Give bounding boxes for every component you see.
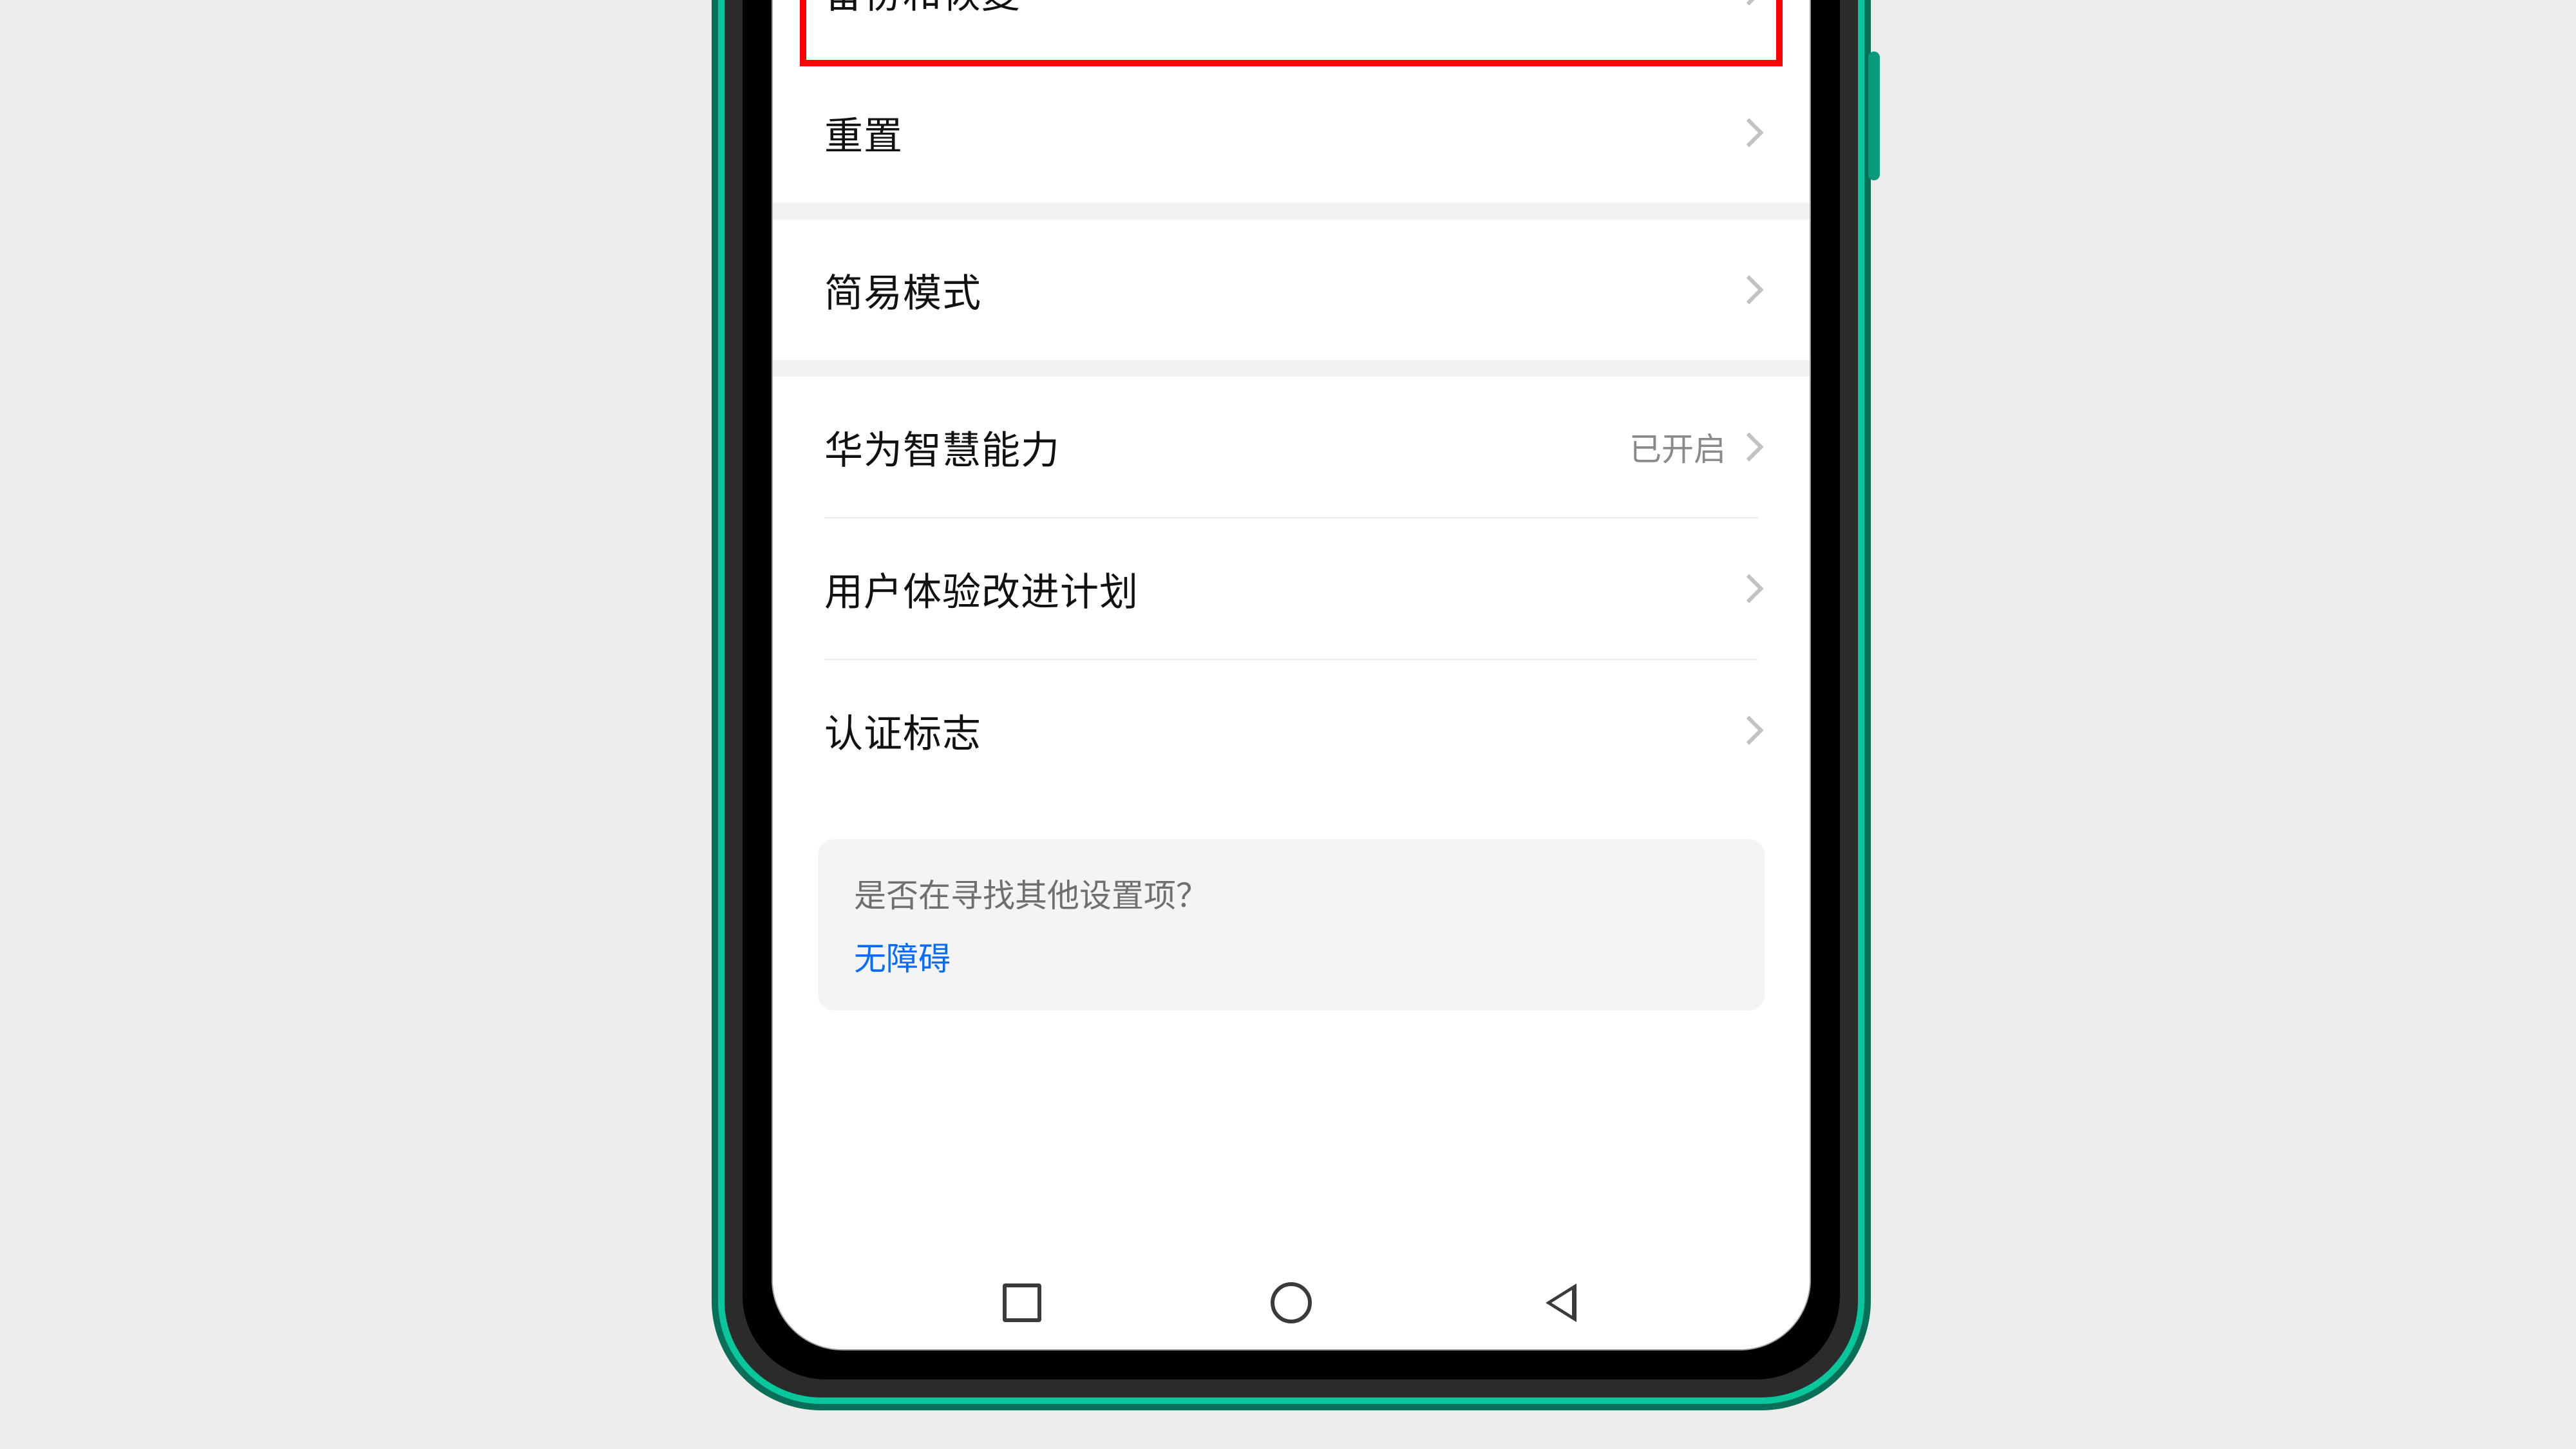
phone-frame: 手机克隆 备份和恢复 (724, 0, 1858, 1397)
row-reset[interactable]: 重置 (773, 62, 1810, 203)
chevron-right-icon (1734, 574, 1763, 603)
circle-icon (1271, 1282, 1312, 1323)
group-gap (773, 360, 1810, 377)
settings-group-1: 手机克隆 备份和恢复 (773, 0, 1810, 203)
chevron-right-icon (1734, 432, 1763, 461)
hint-card: 是否在寻找其他设置项？ 无障碍 (818, 839, 1765, 1010)
chevron-right-icon (1734, 275, 1763, 304)
hint-link-accessibility[interactable]: 无障碍 (854, 933, 1728, 980)
settings-list: 手机克隆 备份和恢复 (773, 0, 1810, 1349)
row-right (1739, 279, 1765, 300)
row-label: 简易模式 (824, 262, 981, 318)
row-right (1739, 578, 1765, 599)
chevron-right-icon (1734, 118, 1763, 147)
row-backup-restore[interactable]: 备份和恢复 (773, 0, 1810, 61)
nav-back-button[interactable] (1540, 1282, 1582, 1323)
nav-recent-button[interactable] (1001, 1282, 1043, 1323)
row-simple-mode[interactable]: 简易模式 (773, 220, 1810, 360)
chevron-right-icon (1734, 0, 1763, 6)
phone-side-button (1868, 52, 1880, 180)
row-right (1739, 122, 1765, 143)
settings-group-2: 简易模式 (773, 220, 1810, 360)
row-right (1739, 0, 1765, 1)
row-cert-mark[interactable]: 认证标志 (773, 660, 1810, 800)
row-label: 华为智慧能力 (824, 419, 1060, 475)
highlighted-row-wrapper: 备份和恢复 (773, 0, 1810, 61)
chevron-right-icon (1734, 715, 1763, 744)
row-huawei-ai[interactable]: 华为智慧能力 已开启 (773, 377, 1810, 517)
row-label: 用户体验改进计划 (824, 561, 1139, 617)
row-value: 已开启 (1629, 424, 1726, 470)
group-gap (773, 203, 1810, 220)
settings-group-3: 华为智慧能力 已开启 用户体验改进计划 (773, 377, 1810, 800)
nav-home-button[interactable] (1271, 1282, 1312, 1323)
row-label: 认证标志 (824, 703, 981, 759)
triangle-left-icon (1546, 1283, 1577, 1322)
row-label: 备份和恢复 (824, 0, 1021, 19)
phone-screen: 手机克隆 备份和恢复 (772, 0, 1811, 1350)
phone-bezel: 手机克隆 备份和恢复 (743, 0, 1840, 1379)
row-right: 已开启 (1629, 424, 1765, 470)
row-label: 重置 (824, 105, 903, 161)
android-nav-bar (773, 1256, 1810, 1349)
row-right (1739, 720, 1765, 741)
row-ux-improvement[interactable]: 用户体验改进计划 (773, 518, 1810, 659)
hint-question: 是否在寻找其他设置项？ (854, 870, 1728, 916)
square-icon (1003, 1283, 1041, 1322)
